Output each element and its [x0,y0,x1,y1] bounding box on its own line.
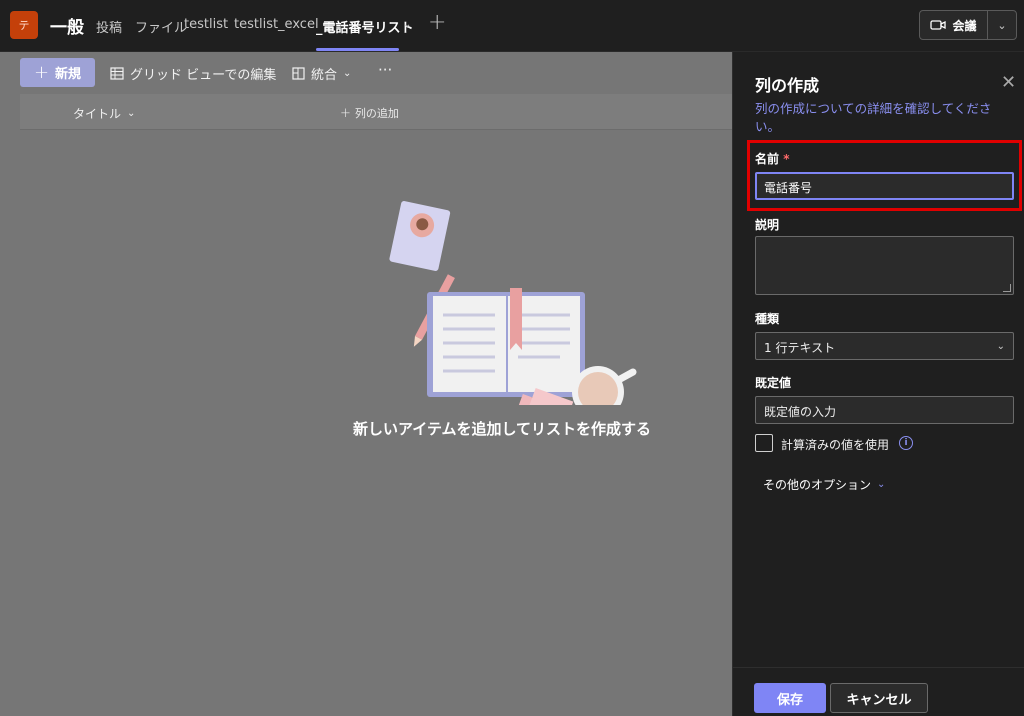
new-label: 新規 [55,67,82,82]
resize-grip-icon[interactable] [1003,284,1011,292]
integrate-icon [292,67,305,80]
info-icon[interactable]: i [899,436,913,450]
meet-label: 会議 [952,18,977,33]
plus-icon: + [340,105,351,121]
type-label: 種類 [755,312,780,326]
cancel-button[interactable]: キャンセル [830,683,928,713]
tab-chevron-down-icon[interactable]: ⌄ [403,19,411,30]
plus-icon: + [33,62,50,83]
name-input[interactable]: 電話番号 [755,172,1014,200]
empty-list-illustration [389,201,637,405]
panel-title: 列の作成 [755,76,820,95]
required-mark: * [783,152,790,166]
more-button[interactable]: ··· [378,61,392,79]
tab-phone-list[interactable]: _電話番号リスト [316,17,414,36]
video-camera-icon [930,20,947,30]
calculated-value-label: 計算済みの値を使用 [781,438,890,452]
add-column-button[interactable]: + 列の追加 [340,105,399,121]
list-view: + 新規 グリッド ビューでの編集 統合 ⌄ ··· タイトル ⌄ + 列の追加 [0,52,732,716]
more-options-toggle[interactable]: その他のオプション ⌄ [763,476,885,493]
title-column-label: タイトル [73,107,122,121]
type-selected-value: 1 行テキスト [764,341,836,355]
type-select[interactable]: 1 行テキスト ⌄ [755,332,1014,360]
tab-testlist[interactable]: testlist [184,17,228,32]
more-options-label: その他のオプション [763,478,872,492]
tab-testlist-excel[interactable]: testlist_excel [234,17,319,32]
list-toolbar: + 新規 グリッド ビューでの編集 統合 ⌄ ··· [0,52,732,92]
chevron-down-icon: ⌄ [877,479,886,490]
create-column-panel: 列の作成 ✕ 列の作成についての詳細を確認してください。 名前 * 電話番号 説… [732,52,1024,716]
default-value-label: 既定値 [755,376,792,390]
meet-button-group: 会議 ⌄ [919,10,1017,40]
save-button[interactable]: 保存 [754,683,826,713]
team-avatar[interactable]: テ [10,11,38,39]
description-textarea[interactable] [755,236,1014,295]
close-icon[interactable]: ✕ [1001,72,1016,93]
name-label-text: 名前 [755,152,780,166]
integrate-button[interactable]: 統合 ⌄ [292,64,351,83]
grid-icon [110,67,124,80]
channel-name: 一般 [50,18,84,38]
meet-button[interactable]: 会議 [920,11,988,39]
name-field-label: 名前 * [755,150,789,167]
learn-more-link[interactable]: 列の作成についての詳細を確認してください。 [755,100,1005,136]
add-column-label: 列の追加 [354,107,399,120]
active-tab-indicator [316,48,399,51]
panel-footer: 保存 キャンセル [733,667,1024,716]
calculated-value-checkbox[interactable] [755,434,773,452]
integrate-label: 統合 [311,68,338,83]
add-tab-button[interactable]: + [428,10,446,35]
chevron-down-icon: ⌄ [343,68,352,79]
description-label: 説明 [755,218,780,232]
tab-posts[interactable]: 投稿 [96,17,122,36]
default-value-input[interactable]: 既定値の入力 [755,396,1014,424]
top-bar: テ 一般 投稿 ファイル testlist testlist_excel _電話… [0,0,1024,52]
grid-edit-button[interactable]: グリッド ビューでの編集 [110,64,276,83]
chevron-down-icon: ⌄ [127,108,136,119]
grid-edit-label: グリッド ビューでの編集 [130,68,277,83]
tab-files[interactable]: ファイル [135,17,187,36]
column-header-row: タイトル ⌄ + 列の追加 [20,94,732,130]
meet-dropdown-chevron-icon[interactable]: ⌄ [988,11,1016,39]
title-column-header[interactable]: タイトル ⌄ [73,105,135,122]
chevron-down-icon: ⌄ [996,341,1005,352]
new-item-button[interactable]: + 新規 [20,58,95,87]
